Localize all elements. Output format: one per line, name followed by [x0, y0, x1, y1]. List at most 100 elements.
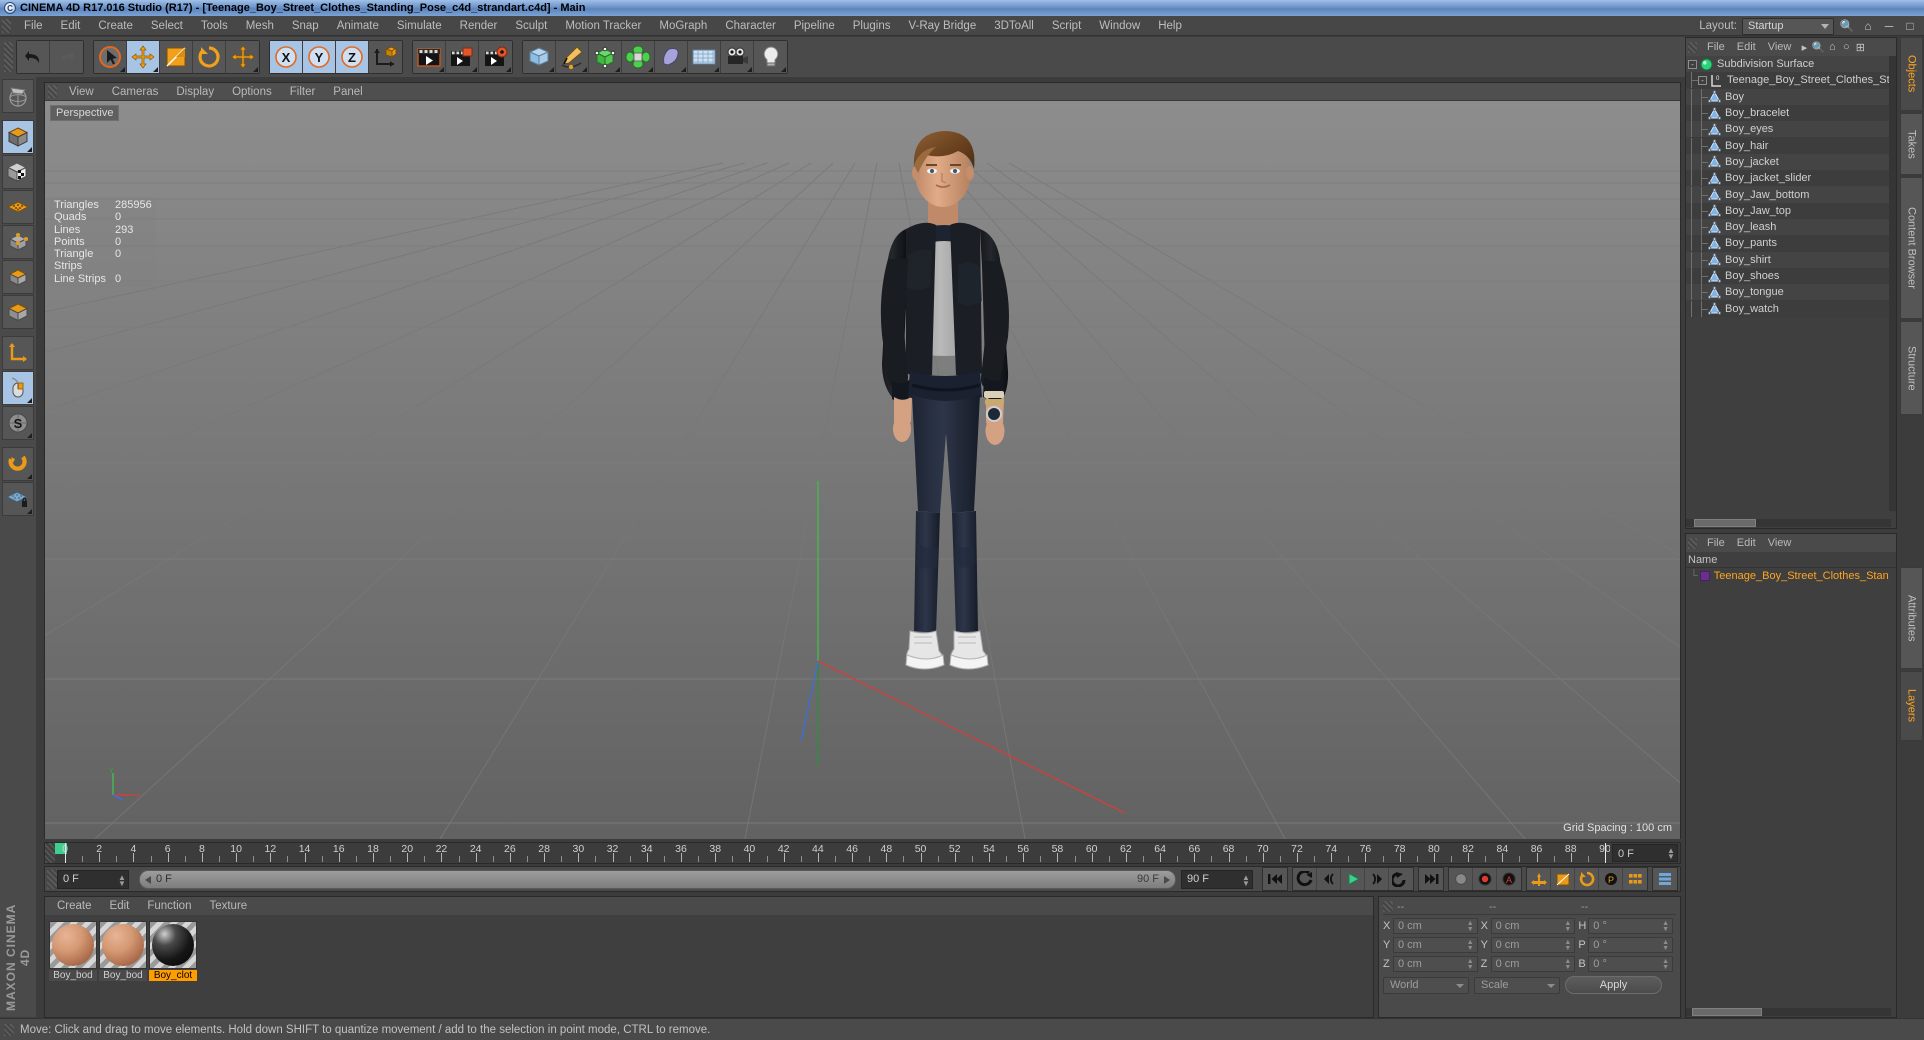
render-to-picture-viewer-button[interactable] — [446, 41, 479, 73]
render-settings-button[interactable] — [479, 41, 512, 73]
add-panel-icon[interactable]: ⊞ — [1853, 41, 1867, 54]
play-button[interactable] — [1341, 868, 1365, 890]
nurbs-generator-button[interactable] — [589, 41, 622, 73]
menu-render[interactable]: Render — [451, 17, 507, 35]
maximize-icon[interactable]: □ — [1902, 18, 1918, 34]
stepper-icon[interactable]: ▲ ▼ — [1662, 939, 1669, 952]
scale-tool[interactable] — [160, 41, 193, 73]
apply-button[interactable]: Apply — [1565, 976, 1662, 994]
material-list[interactable]: Boy_bod Boy_bod Boy_clot — [45, 915, 1373, 1017]
object-tree[interactable]: - Subdivision Surface -0 Teenage_Boy_Street… — [1686, 56, 1896, 511]
model-mode-icon[interactable] — [2, 120, 34, 154]
object-row[interactable]: - Subdivision Surface — [1686, 56, 1896, 73]
stepper-icon[interactable]: ▲ ▼ — [1564, 920, 1571, 933]
record-button[interactable] — [1473, 868, 1497, 890]
object-row[interactable]: Boy_tongue — [1686, 284, 1896, 301]
viewport-menu-view[interactable]: View — [60, 84, 103, 100]
animation-layers-button[interactable] — [1653, 868, 1677, 890]
tab-structure[interactable]: Structure — [1900, 321, 1923, 415]
stepper-icon[interactable]: ▲ ▼ — [1467, 958, 1474, 971]
menu-help[interactable]: Help — [1149, 17, 1191, 35]
key-scale-button[interactable] — [1551, 868, 1575, 890]
scrollbar-thumb[interactable] — [1694, 519, 1756, 527]
x-axis-toggle[interactable]: X — [270, 41, 303, 73]
object-row[interactable]: Boy_eyes — [1686, 121, 1896, 138]
menu-tools[interactable]: Tools — [192, 17, 237, 35]
previous-key-button[interactable] — [1317, 868, 1341, 890]
edge-mode-icon[interactable] — [2, 260, 34, 294]
object-tree-horizontal-scrollbar[interactable] — [1686, 519, 1891, 527]
coordinate-field-position-x[interactable]: 0 cm ▲ ▼ — [1392, 917, 1478, 934]
render-view-button[interactable] — [413, 41, 446, 73]
coordinate-field-rotation-b[interactable]: 0 ° ▲ ▼ — [1588, 955, 1674, 972]
menu-mograph[interactable]: MoGraph — [650, 17, 716, 35]
object-row[interactable]: Boy_shoes — [1686, 267, 1896, 285]
menu-v-ray-bridge[interactable]: V-Ray Bridge — [899, 17, 985, 35]
autokey-button[interactable] — [1449, 868, 1473, 890]
point-mode-icon[interactable] — [2, 225, 34, 259]
primitive-cube-button[interactable] — [523, 41, 556, 73]
key-rotation-button[interactable] — [1575, 868, 1599, 890]
coordinate-field-rotation-p[interactable]: 0 ° ▲ ▼ — [1588, 936, 1674, 953]
viewport-menu-display[interactable]: Display — [167, 84, 223, 100]
camera-button[interactable] — [721, 41, 754, 73]
object-menu-view[interactable]: View — [1762, 39, 1798, 55]
stepper-icon[interactable]: ▲ ▼ — [1564, 958, 1571, 971]
powerslider-grip[interactable] — [47, 869, 57, 889]
object-row[interactable]: Boy_Jaw_top — [1686, 202, 1896, 219]
timeline-ruler[interactable]: 0246810121416182022242628303234363840424… — [44, 842, 1681, 864]
tab-attributes[interactable]: Attributes — [1900, 567, 1923, 669]
texture-mode-icon[interactable] — [2, 155, 34, 189]
timeline-grip[interactable] — [45, 843, 55, 863]
tab-objects[interactable]: Objects — [1900, 37, 1923, 111]
current-frame-field[interactable]: 0 F ▲ ▼ — [57, 869, 129, 889]
play-backwards-button[interactable] — [1293, 868, 1317, 890]
autokeying-button[interactable]: A — [1497, 868, 1521, 890]
axis-modify-icon[interactable] — [2, 336, 34, 370]
next-frame-icon[interactable] — [1164, 875, 1170, 884]
menu-window[interactable]: Window — [1090, 17, 1149, 35]
menu-simulate[interactable]: Simulate — [388, 17, 451, 35]
undo-button[interactable] — [17, 41, 50, 73]
stepper-icon[interactable]: ▲ ▼ — [1662, 920, 1669, 933]
material-name[interactable]: Boy_clot — [149, 970, 197, 981]
tab-takes[interactable]: Takes — [1900, 113, 1923, 175]
viewport-menu-panel[interactable]: Panel — [324, 84, 371, 100]
viewport-menu-options[interactable]: Options — [223, 84, 281, 100]
menu-pipeline[interactable]: Pipeline — [785, 17, 844, 35]
workplane-lock-icon[interactable] — [2, 482, 34, 516]
object-row[interactable]: Boy_pants — [1686, 235, 1896, 252]
viewport-canvas[interactable]: Perspective Triangles 285956 Quads 0 Lines 29… — [45, 101, 1680, 839]
timeline-track[interactable]: 0246810121416182022242628303234363840424… — [55, 843, 1610, 863]
coordinate-system-select[interactable]: World — [1383, 976, 1469, 994]
menu-create[interactable]: Create — [89, 17, 142, 35]
rotate-tool[interactable] — [193, 41, 226, 73]
layer-color-swatch[interactable] — [1699, 570, 1710, 581]
stepper-icon[interactable]: ▲ ▼ — [118, 873, 126, 887]
stepper-icon[interactable]: ▲ ▼ — [1467, 939, 1474, 952]
object-manager-grip[interactable] — [1688, 41, 1697, 53]
y-axis-toggle[interactable]: Y — [303, 41, 336, 73]
layer-manager-grip[interactable] — [1688, 537, 1697, 549]
layer-menu-file[interactable]: File — [1701, 535, 1731, 551]
move-alt-tool[interactable] — [226, 41, 259, 73]
material-menu-edit[interactable]: Edit — [101, 898, 139, 914]
key-position-button[interactable] — [1527, 868, 1551, 890]
stepper-icon[interactable]: ▲ ▼ — [1667, 847, 1675, 861]
menu-snap[interactable]: Snap — [283, 17, 328, 35]
go-to-end-button[interactable] — [1419, 868, 1443, 890]
key-parameter-button[interactable]: P — [1599, 868, 1623, 890]
stepper-icon[interactable]: ▲ ▼ — [1467, 920, 1474, 933]
object-row[interactable]: Boy_hair — [1686, 137, 1896, 154]
menu-3dtoall[interactable]: 3DToAll — [985, 17, 1043, 35]
coordinate-field-size-z[interactable]: 0 cm ▲ ▼ — [1490, 955, 1576, 972]
home-icon[interactable]: ⌂ — [1825, 41, 1839, 53]
material-name[interactable]: Boy_bod — [99, 970, 147, 981]
material-preview[interactable] — [49, 921, 97, 969]
material-preview[interactable] — [149, 921, 197, 969]
coordinate-field-position-y[interactable]: 0 cm ▲ ▼ — [1392, 936, 1478, 953]
object-menu-edit[interactable]: Edit — [1731, 39, 1762, 55]
object-row[interactable]: Boy_shirt — [1686, 251, 1896, 268]
chevron-right-icon[interactable]: ▸ — [1797, 41, 1811, 54]
live-selection-tool[interactable] — [94, 41, 127, 73]
